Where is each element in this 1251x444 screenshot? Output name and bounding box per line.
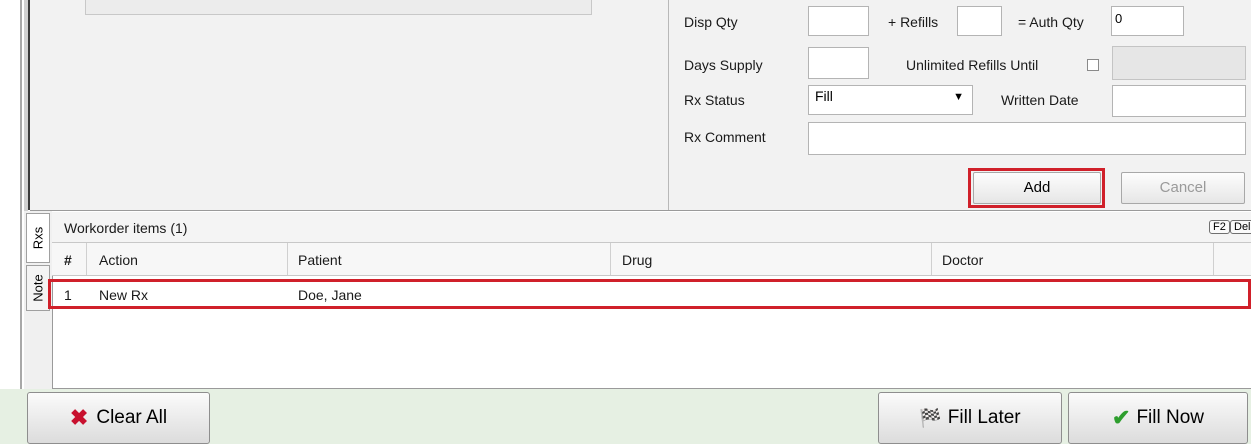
refills-label: + Refills xyxy=(888,14,939,30)
column-header-num[interactable]: # xyxy=(64,252,72,268)
refills-input[interactable] xyxy=(957,6,1002,36)
unlimited-refills-checkbox[interactable] xyxy=(1087,59,1099,71)
tab-rxs-label: Rxs xyxy=(30,226,46,250)
check-icon: ✔ xyxy=(1112,405,1131,430)
drug-info-panel xyxy=(30,0,669,210)
row-highlight xyxy=(48,279,1251,309)
clear-all-button[interactable]: ✖ Clear All xyxy=(27,392,210,444)
splitter-line xyxy=(20,0,22,444)
column-divider xyxy=(931,243,932,275)
workorder-title: Workorder items (1) xyxy=(64,220,188,236)
unlimited-refills-date xyxy=(1112,46,1246,80)
fill-now-button[interactable]: ✔ Fill Now xyxy=(1068,392,1248,444)
disp-qty-input[interactable] xyxy=(808,6,869,36)
auth-qty-label: = Auth Qty xyxy=(1018,14,1084,30)
del-shortcut-button[interactable]: Del xyxy=(1230,220,1251,234)
close-icon: ✖ xyxy=(69,405,89,430)
column-header-action[interactable]: Action xyxy=(99,252,138,268)
rx-status-label: Rx Status xyxy=(684,92,745,108)
rx-comment-label: Rx Comment xyxy=(684,129,766,145)
dropdown-arrow-icon: ▼ xyxy=(953,91,964,103)
workorder-header xyxy=(52,212,1251,243)
column-divider xyxy=(610,243,611,275)
tab-rxs[interactable]: Rxs xyxy=(26,213,50,263)
fill-later-button[interactable]: 🏁 Fill Later xyxy=(878,392,1062,444)
add-button-highlight xyxy=(968,168,1105,208)
rx-status-select[interactable]: Fill ▼ xyxy=(808,85,973,115)
f2-shortcut-button[interactable]: F2 xyxy=(1209,220,1230,234)
cancel-button[interactable]: Cancel xyxy=(1121,172,1245,204)
unlimited-refills-label: Unlimited Refills Until xyxy=(906,57,1039,73)
column-divider xyxy=(1213,243,1214,275)
tab-note[interactable]: Note xyxy=(26,265,50,311)
window-left-edge xyxy=(0,0,20,444)
column-divider xyxy=(287,243,288,275)
column-header-patient[interactable]: Patient xyxy=(298,252,342,268)
auth-qty-input[interactable]: 0 xyxy=(1111,6,1184,36)
checkered-flag-icon: 🏁 xyxy=(919,407,942,428)
clear-all-label: Clear All xyxy=(96,407,168,428)
written-date-label: Written Date xyxy=(1001,92,1079,108)
drug-field-partial[interactable] xyxy=(85,0,592,15)
fill-later-label: Fill Later xyxy=(947,407,1021,428)
tab-note-label: Note xyxy=(30,274,46,302)
rx-comment-input[interactable] xyxy=(808,122,1246,155)
disp-qty-label: Disp Qty xyxy=(684,14,738,30)
column-header-doctor[interactable]: Doctor xyxy=(942,252,983,268)
fill-now-label: Fill Now xyxy=(1136,407,1204,428)
written-date-input[interactable] xyxy=(1112,85,1246,117)
days-supply-label: Days Supply xyxy=(684,57,763,73)
column-header-drug[interactable]: Drug xyxy=(622,252,652,268)
days-supply-input[interactable] xyxy=(808,47,869,79)
rx-status-value: Fill xyxy=(815,88,833,104)
column-divider xyxy=(86,243,87,275)
